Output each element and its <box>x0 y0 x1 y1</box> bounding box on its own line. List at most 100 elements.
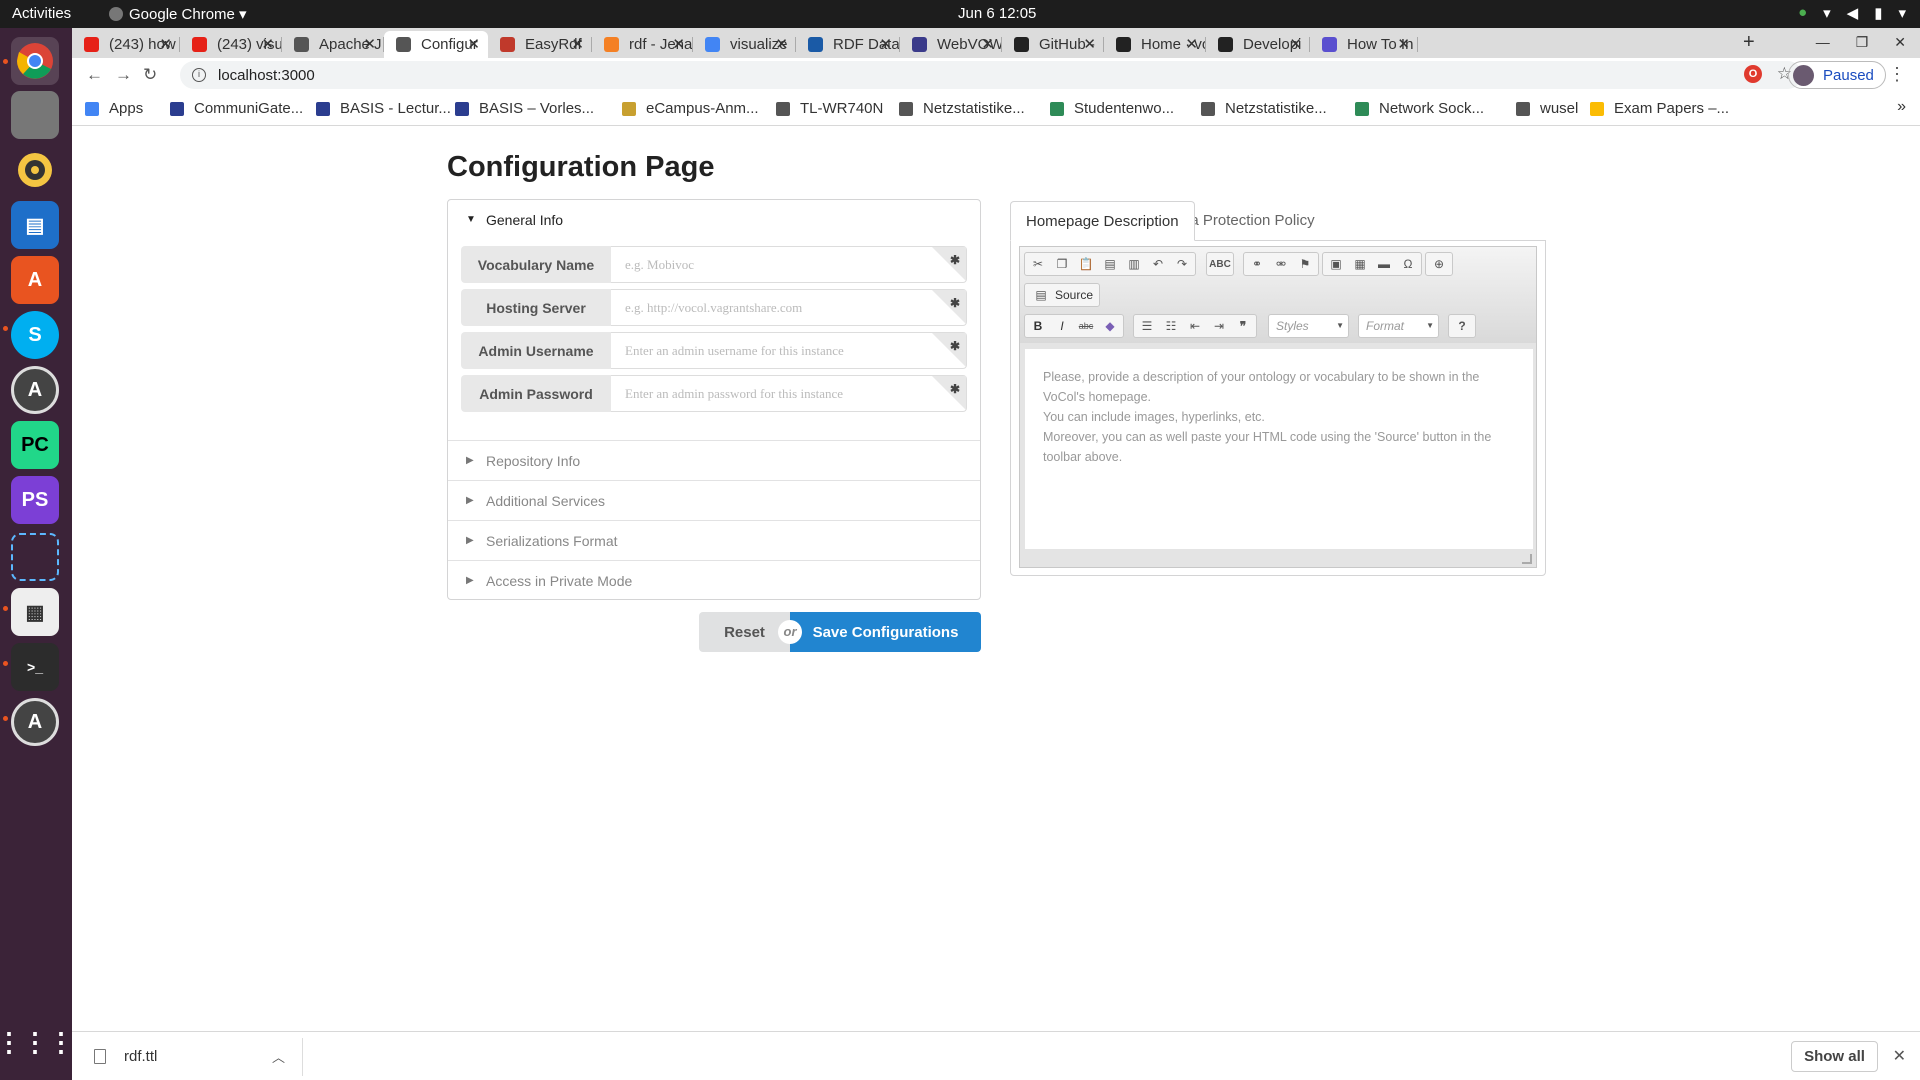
bookmark-item[interactable]: Network Sock... <box>1355 100 1484 117</box>
updater-icon[interactable]: A <box>11 698 59 746</box>
format-dropdown[interactable]: Format ▼ <box>1358 314 1439 338</box>
close-icon[interactable]: ✕ <box>1893 1046 1906 1066</box>
close-tab-icon[interactable]: ✕ <box>363 35 376 53</box>
bookmark-item[interactable]: eCampus-Anm... <box>622 100 759 117</box>
resize-handle[interactable] <box>1522 554 1532 564</box>
bold-icon[interactable]: B <box>1028 316 1048 336</box>
browser-tab[interactable]: GitHub - ✕ <box>1002 31 1104 58</box>
close-tab-icon[interactable]: ✕ <box>1185 35 1198 53</box>
writer-icon[interactable]: ▤ <box>11 201 59 249</box>
bookmark-item[interactable]: Netzstatistike... <box>899 100 1025 117</box>
browser-tab[interactable]: How To In ✕ <box>1310 31 1418 58</box>
outdent-icon[interactable]: ⇤ <box>1185 316 1205 336</box>
browser-tab[interactable]: Home · vo ✕ <box>1104 31 1206 58</box>
opera-extension-icon[interactable]: O <box>1744 65 1762 83</box>
horizontal-rule-icon[interactable]: ▬ <box>1374 254 1394 274</box>
help-icon[interactable]: ? <box>1452 316 1472 336</box>
system-tray[interactable]: ● ▾ ◀ ▮ ▾ <box>1798 4 1906 22</box>
reload-icon[interactable]: ↻ <box>143 65 157 85</box>
link-icon[interactable]: ⚭ <box>1247 254 1267 274</box>
clock[interactable]: Jun 6 12:05 <box>958 5 1036 22</box>
close-tab-icon[interactable]: ✕ <box>467 35 480 53</box>
back-icon[interactable]: ← <box>86 65 103 85</box>
browser-tab[interactable]: Apache J ✕ <box>282 31 384 58</box>
tab-homepage-description[interactable]: Homepage Description <box>1010 201 1195 241</box>
accordion-section[interactable]: ▶ Serializations Format <box>448 520 980 560</box>
forward-icon[interactable]: → <box>115 65 132 85</box>
terminal-icon[interactable]: >_ <box>11 643 59 691</box>
browser-tab[interactable]: Developi ✕ <box>1206 31 1310 58</box>
bulleted-list-icon[interactable]: ☷ <box>1161 316 1181 336</box>
styles-dropdown[interactable]: Styles ▼ <box>1268 314 1349 338</box>
software-icon[interactable]: A <box>11 256 59 304</box>
close-tab-icon[interactable]: ✕ <box>879 35 892 53</box>
bookmark-item[interactable]: BASIS - Lectur... <box>316 100 451 117</box>
show-applications-icon[interactable]: ⋮⋮⋮ <box>0 1018 74 1066</box>
strikethrough-icon[interactable]: abc <box>1076 316 1096 336</box>
close-tab-icon[interactable]: ✕ <box>1397 35 1410 53</box>
bookmark-item[interactable]: CommuniGate... <box>170 100 303 117</box>
copy-icon[interactable]: ❐ <box>1052 254 1072 274</box>
browser-tab[interactable]: RDF Data ✕ <box>796 31 900 58</box>
paste-word-icon[interactable]: ▥ <box>1124 254 1144 274</box>
maximize-icon[interactable]: ❐ <box>1856 34 1869 51</box>
image-icon[interactable]: ▣ <box>1326 254 1346 274</box>
bookmark-item[interactable]: TL-WR740N <box>776 100 883 117</box>
browser-menu-icon[interactable]: ⋮ <box>1888 64 1906 85</box>
paste-text-icon[interactable]: ▤ <box>1100 254 1120 274</box>
field-input[interactable]: e.g. Mobivoc ✱ <box>611 246 967 283</box>
app-menu[interactable]: Google Chrome ▾ <box>109 5 247 23</box>
chevron-up-icon[interactable]: ︿ <box>272 1047 285 1066</box>
browser-tab[interactable]: EasyRdf ✕ <box>488 31 592 58</box>
spellcheck-icon[interactable]: ABC <box>1209 254 1231 274</box>
anchor-flag-icon[interactable]: ⚑ <box>1295 254 1315 274</box>
activities-button[interactable]: Activities <box>12 5 71 22</box>
bookmarks-overflow-icon[interactable]: » <box>1897 98 1906 116</box>
bookmark-item[interactable]: wusel <box>1516 100 1578 117</box>
browser-tab[interactable]: rdf - Jena ✕ <box>592 31 693 58</box>
browser-tab[interactable]: WebVOW ✕ <box>900 31 1002 58</box>
cut-icon[interactable]: ✂ <box>1028 254 1048 274</box>
browser-tab[interactable]: (243) visu ✕ <box>180 31 282 58</box>
remove-format-icon[interactable]: ◆ <box>1100 316 1120 336</box>
maximize-editor-icon[interactable]: ⊕ <box>1429 254 1449 274</box>
close-tab-icon[interactable]: ✕ <box>1083 35 1096 53</box>
browser-tab[interactable]: Configur ✕ <box>384 31 488 58</box>
indent-icon[interactable]: ⇥ <box>1209 316 1229 336</box>
new-tab-button[interactable]: + <box>1743 31 1755 54</box>
site-info-icon[interactable]: i <box>192 68 206 82</box>
numbered-list-icon[interactable]: ☰ <box>1137 316 1157 336</box>
close-tab-icon[interactable]: ✕ <box>571 35 584 53</box>
close-tab-icon[interactable]: ✕ <box>672 35 685 53</box>
close-window-icon[interactable]: ✕ <box>1894 34 1906 51</box>
bookmark-item[interactable]: Apps <box>85 100 143 117</box>
anbox-icon[interactable]: A <box>11 366 59 414</box>
browser-tab[interactable]: (243) how ✕ <box>72 31 180 58</box>
table-icon[interactable]: ▦ <box>1350 254 1370 274</box>
field-input[interactable]: Enter an admin username for this instanc… <box>611 332 967 369</box>
undo-icon[interactable]: ↶ <box>1148 254 1168 274</box>
document-viewer-icon[interactable]: ▦ <box>11 588 59 636</box>
unlink-icon[interactable]: ⚮ <box>1271 254 1291 274</box>
close-tab-icon[interactable]: ✕ <box>775 35 788 53</box>
show-all-button[interactable]: Show all <box>1791 1041 1878 1072</box>
phpstorm-icon[interactable]: PS <box>11 476 59 524</box>
address-bar[interactable]: i localhost:3000 ☆ <box>180 61 1802 89</box>
files-icon[interactable] <box>11 91 59 139</box>
bookmark-item[interactable]: Exam Papers –... <box>1590 100 1729 117</box>
close-tab-icon[interactable]: ✕ <box>1289 35 1302 53</box>
chrome-icon[interactable] <box>11 37 59 85</box>
accordion-section[interactable]: ▶ Access in Private Mode <box>448 560 980 600</box>
profile-button[interactable]: Paused <box>1788 61 1886 89</box>
download-item[interactable]: rdf.ttl <box>94 1048 157 1065</box>
blockquote-icon[interactable]: ❞ <box>1233 316 1253 336</box>
bookmark-item[interactable]: Netzstatistike... <box>1201 100 1327 117</box>
accordion-section[interactable]: ▶ Additional Services <box>448 480 980 520</box>
accordion-section[interactable]: ▶ Repository Info <box>448 440 980 480</box>
skype-icon[interactable]: S <box>11 311 59 359</box>
editor-content-area[interactable]: Please, provide a description of your on… <box>1025 349 1533 549</box>
pycharm-icon[interactable]: PC <box>11 421 59 469</box>
special-char-icon[interactable]: Ω <box>1398 254 1418 274</box>
save-configurations-button[interactable]: Save Configurations <box>790 612 981 652</box>
minimize-icon[interactable]: — <box>1816 34 1830 51</box>
